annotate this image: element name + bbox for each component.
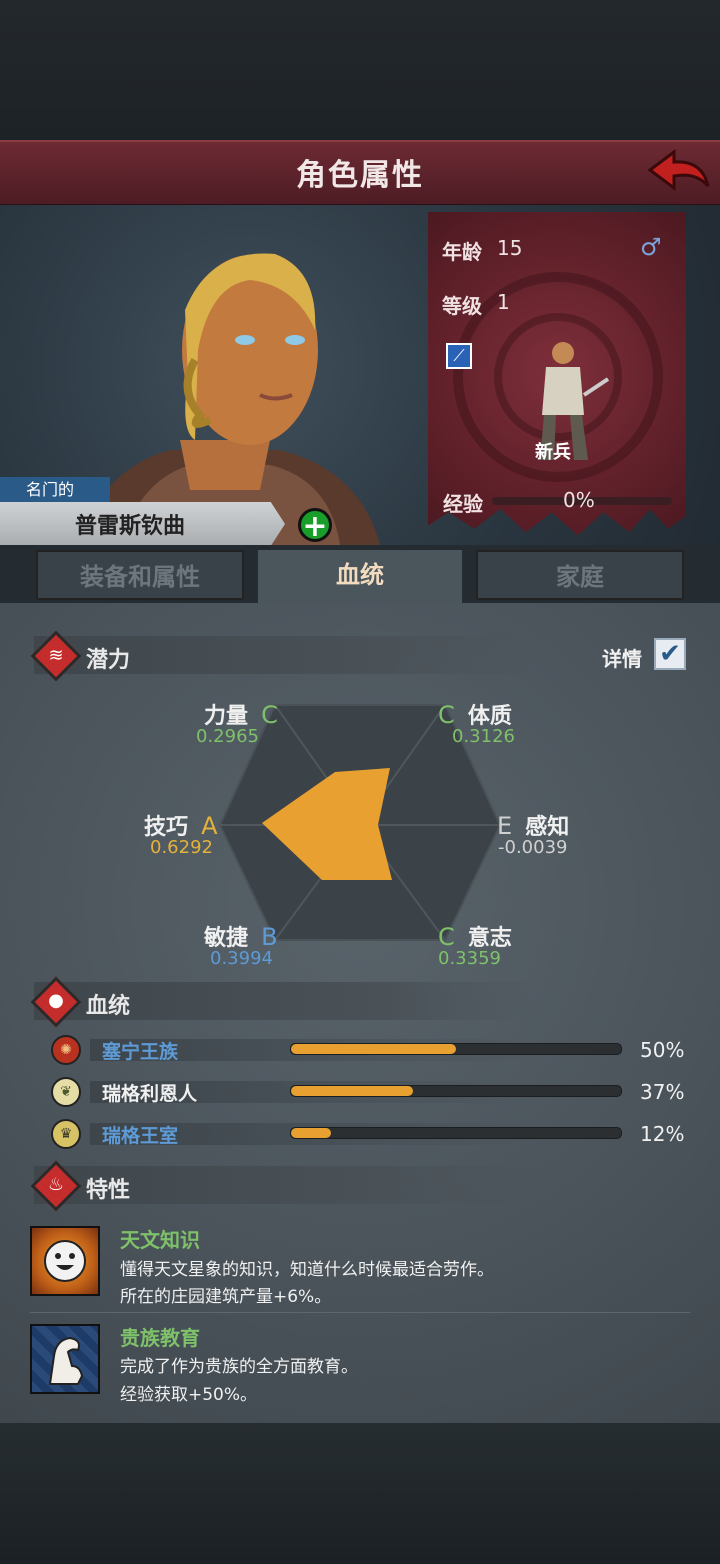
stat-value: -0.0039: [498, 837, 568, 858]
flame-icon: ♨: [47, 1174, 65, 1195]
stat-value: 0.2965: [196, 726, 259, 747]
lineage-bar: [290, 1127, 622, 1139]
leaf-emblem-icon: ❦: [51, 1077, 81, 1107]
male-gender-icon: ♂: [640, 233, 662, 261]
sun-face-icon[interactable]: [30, 1226, 100, 1296]
potential-title: 潜力: [86, 648, 131, 673]
lineage-bar: [290, 1043, 622, 1055]
lineage-pct: 37%: [640, 1080, 685, 1104]
trait-description: 完成了作为贵族的全方面教育。: [120, 1357, 358, 1377]
lineage-name: 瑞格利恩人: [102, 1083, 198, 1105]
bottom-area: [0, 1423, 720, 1564]
trait-name: 贵族教育: [120, 1326, 200, 1350]
flexed-arm-icon[interactable]: [30, 1324, 100, 1394]
blood-drop-icon: ●: [48, 990, 64, 1011]
age-label: 年龄: [442, 240, 482, 264]
stat-grade: C: [438, 923, 455, 951]
lineage-title: 血统: [86, 994, 131, 1019]
add-button[interactable]: +: [298, 508, 332, 544]
trait-name: 天文知识: [120, 1228, 200, 1252]
stat-grade: C: [438, 701, 455, 729]
lineage-bar-fill: [291, 1086, 414, 1096]
lineage-pct: 50%: [640, 1038, 685, 1062]
character-name: 普雷斯钦曲: [74, 514, 185, 539]
stat-value: 0.3994: [210, 948, 273, 969]
exp-value: 0%: [563, 488, 595, 512]
flexed-arm-icon: [48, 1336, 84, 1385]
lineage-bar-fill: [291, 1044, 456, 1054]
class-name: 新兵: [535, 442, 571, 463]
stat-value: 0.3126: [452, 726, 515, 747]
lineage-name: 塞宁王族: [102, 1041, 179, 1063]
tab-family[interactable]: 家庭: [476, 550, 684, 600]
trait-description: 懂得天文星象的知识，知道什么时候最适合劳作。: [120, 1260, 494, 1280]
checkmark-icon: ✔: [659, 639, 681, 669]
level-label: 等级: [442, 294, 482, 318]
stat-grade: C: [261, 701, 278, 729]
page-title: 角色属性: [296, 158, 424, 193]
name-prefix: 名门的: [0, 477, 110, 503]
back-arrow-icon: [647, 149, 710, 191]
sun-face-icon: [44, 1240, 86, 1282]
lineage-bar: [290, 1085, 622, 1097]
crimson-sun-emblem-icon: ✺: [51, 1035, 81, 1065]
stat-grade: B: [261, 923, 278, 951]
level-value: 1: [497, 290, 510, 314]
crown-emblem-icon: ♛: [51, 1119, 81, 1149]
tab-equipment[interactable]: 装备和属性: [36, 550, 244, 600]
trait-effect: 所在的庄园建筑产量+6%。: [120, 1287, 332, 1307]
detail-checkbox[interactable]: ✔: [654, 638, 686, 670]
exp-label: 经验: [443, 492, 483, 516]
plus-icon: +: [302, 509, 328, 544]
lineage-pct: 12%: [640, 1122, 685, 1146]
stat-grade: E: [497, 812, 513, 840]
top-bar: [0, 0, 720, 140]
stat-value: 0.6292: [150, 837, 213, 858]
claw-icon: ≋: [48, 645, 64, 666]
lineage-name: 瑞格王室: [102, 1125, 179, 1147]
sword-class-icon: ⟋: [446, 343, 472, 369]
trait-effect: 经验获取+50%。: [120, 1385, 258, 1405]
divider: [30, 1312, 690, 1313]
stat-grade: A: [201, 812, 218, 840]
detail-label: 详情: [602, 647, 642, 671]
lineage-bar-fill: [291, 1128, 331, 1138]
stat-value: 0.3359: [438, 948, 501, 969]
tab-lineage[interactable]: 血统: [258, 550, 462, 606]
age-value: 15: [497, 236, 523, 260]
traits-title: 特性: [86, 1178, 131, 1203]
back-button[interactable]: [644, 146, 714, 198]
